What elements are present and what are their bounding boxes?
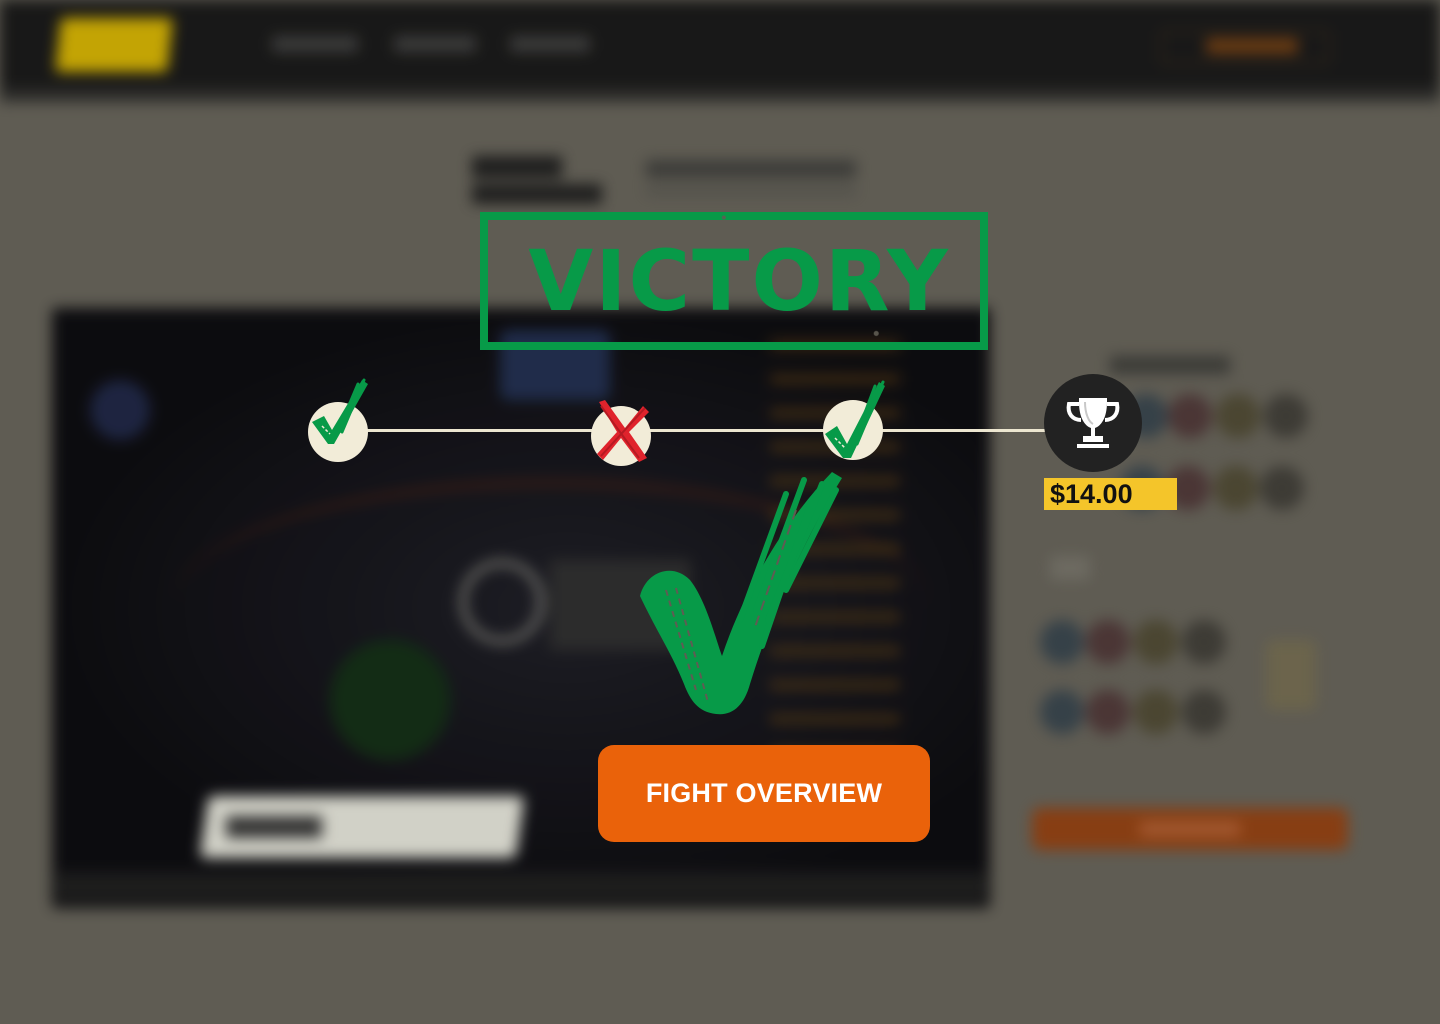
progress-step-win	[823, 380, 885, 460]
background-avatar	[1260, 466, 1304, 510]
victory-stamp: VICTORY	[480, 212, 988, 350]
cross-icon	[597, 400, 649, 462]
background-avatar	[1086, 620, 1130, 664]
background-avatar	[1040, 690, 1084, 734]
background-nav-item	[510, 36, 590, 52]
background-avatar	[1134, 690, 1178, 734]
background-side-label	[1050, 556, 1090, 580]
background-top-bar-edge	[0, 88, 1440, 102]
progress-step-reward	[1044, 374, 1142, 472]
background-subheading-rule	[646, 188, 856, 194]
background-avatar	[1216, 394, 1260, 438]
trophy-icon	[1066, 398, 1120, 448]
prize-badge: $14.00	[1044, 478, 1177, 510]
background-heading	[472, 156, 562, 178]
background-avatar	[1182, 690, 1226, 734]
background-avatar	[1086, 690, 1130, 734]
big-check-icon	[640, 472, 842, 715]
progress-step-win	[308, 378, 368, 462]
prize-amount: $14.00	[1050, 479, 1133, 509]
progress-step-loss	[591, 400, 651, 466]
background-nav-item	[272, 36, 358, 52]
background-video-controls	[56, 872, 986, 902]
background-side-button-label	[1140, 822, 1240, 836]
background-avatar	[1264, 394, 1308, 438]
background-trophy-icon	[1266, 640, 1316, 710]
background-side-title	[1110, 356, 1230, 374]
background-avatar	[1134, 620, 1178, 664]
background-video-chip-text	[226, 816, 322, 838]
background-logo	[55, 18, 173, 72]
background-video-glow	[90, 380, 150, 440]
background-heading	[472, 184, 602, 204]
background-avatar	[1168, 394, 1212, 438]
result-title: VICTORY	[528, 232, 950, 330]
background-play-icon	[460, 560, 544, 644]
background-video-shape	[330, 640, 450, 760]
progress-track-line	[338, 429, 1094, 432]
check-icon	[825, 380, 885, 458]
fight-overview-label: FIGHT OVERVIEW	[645, 778, 883, 808]
background-avatar	[1214, 466, 1258, 510]
background-nav-item	[394, 36, 476, 52]
check-icon	[312, 378, 368, 444]
fight-overview-button[interactable]: FIGHT OVERVIEW	[598, 745, 930, 842]
background-account-label	[1206, 38, 1298, 54]
background-avatar	[1182, 620, 1226, 664]
background-avatar	[1040, 620, 1084, 664]
background-subheading	[646, 160, 856, 178]
